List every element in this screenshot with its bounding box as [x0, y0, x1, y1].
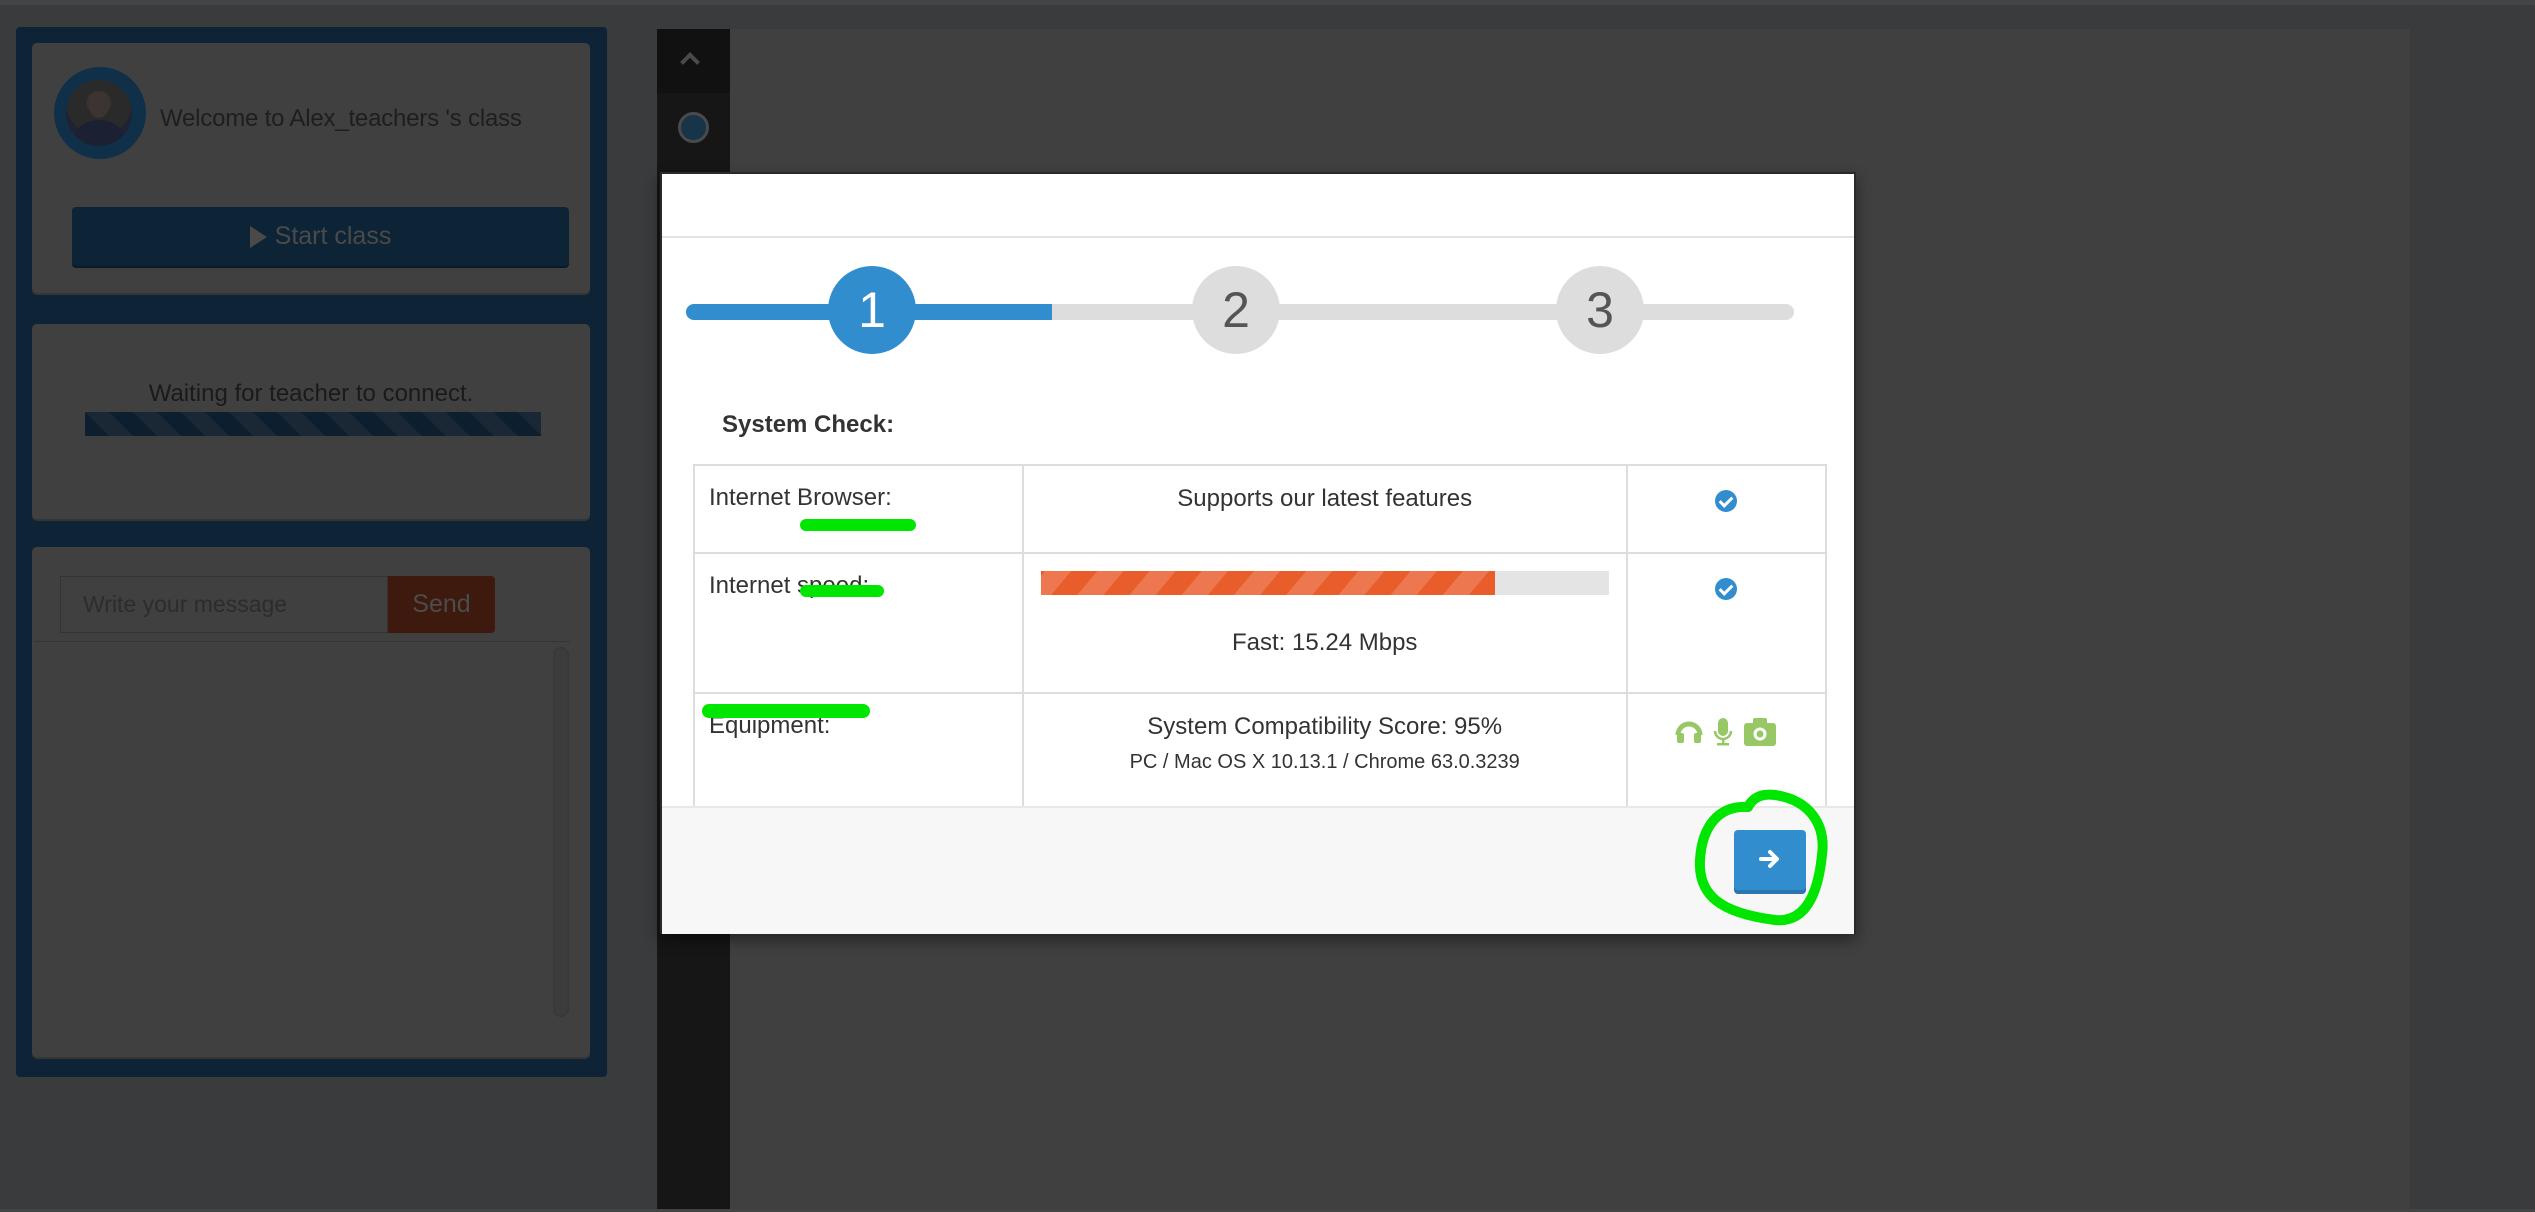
system-check-modal: 1 2 3 System Check: Internet Browser: Su…	[660, 172, 1856, 934]
waiting-progress-bar	[85, 412, 541, 436]
browser-value: Supports our latest features	[1177, 485, 1473, 512]
camera-icon	[1743, 717, 1777, 754]
record-icon[interactable]	[678, 112, 709, 143]
speed-value: Fast: 15.24 Mbps	[1231, 629, 1418, 656]
chat-card: Send	[32, 547, 590, 1057]
table-row-speed: Internet speed: Fast: 15.24 Mbps	[693, 552, 1828, 694]
connection-status-card: Waiting for teacher to connect.	[32, 324, 590, 519]
welcome-text: Welcome to Alex_teachers 's class	[160, 105, 522, 132]
chevron-up-icon[interactable]	[680, 52, 700, 72]
microphone-icon	[1713, 717, 1733, 754]
check-circle-icon	[1715, 490, 1738, 512]
chat-scrollbar[interactable]	[553, 647, 569, 1017]
toolbar-collapse-area	[657, 29, 730, 93]
annotation-underline-speed	[800, 585, 884, 597]
play-icon	[249, 225, 267, 248]
speed-progress-bar	[1040, 571, 1609, 595]
compatibility-score: System Compatibility Score: 95%	[1147, 713, 1503, 740]
step-1[interactable]: 1	[828, 266, 916, 354]
speed-label: Internet speed:	[693, 552, 1024, 694]
step-indicator: 1 2 3	[686, 266, 1794, 356]
annotation-underline-equipment	[702, 704, 870, 718]
step-2[interactable]: 2	[1192, 266, 1280, 354]
avatar	[54, 67, 146, 159]
modal-header	[662, 174, 1854, 238]
annotation-circle-next	[1694, 789, 1828, 926]
teacher-photo	[66, 80, 132, 146]
system-check-title: System Check:	[722, 411, 895, 438]
headphones-icon	[1675, 717, 1703, 754]
left-sidebar: Welcome to Alex_teachers 's class Start …	[16, 27, 607, 1077]
waiting-status-text: Waiting for teacher to connect.	[148, 380, 474, 407]
start-class-label: Start class	[274, 222, 392, 250]
send-button[interactable]: Send	[388, 576, 495, 633]
chat-divider	[34, 641, 570, 642]
welcome-card: Welcome to Alex_teachers 's class Start …	[32, 43, 590, 293]
start-class-button[interactable]: Start class	[72, 207, 569, 266]
annotation-underline-browser	[800, 519, 916, 531]
check-circle-icon	[1715, 578, 1738, 600]
browser-label: Internet Browser:	[693, 464, 1024, 554]
speed-progress-fill	[1040, 571, 1496, 595]
step-3[interactable]: 3	[1556, 266, 1644, 354]
modal-footer	[662, 806, 1854, 934]
system-check-table: Internet Browser: Supports our latest fe…	[693, 464, 1828, 814]
platform-info: PC / Mac OS X 10.13.1 / Chrome 63.0.3239	[1129, 751, 1520, 773]
table-row-browser: Internet Browser: Supports our latest fe…	[693, 464, 1828, 554]
window-top-strip	[0, 0, 2535, 5]
message-input[interactable]	[60, 576, 388, 633]
